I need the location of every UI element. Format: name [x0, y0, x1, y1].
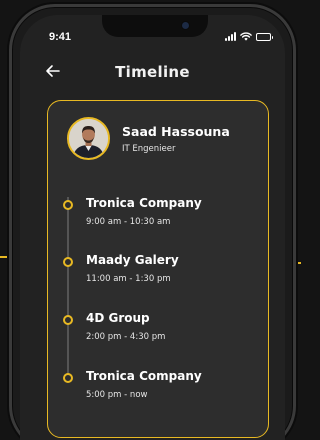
timeline-dot-icon [63, 257, 73, 267]
timeline-item[interactable]: Tronica Company 5:00 pm - now [48, 369, 268, 409]
app-screen: 9:41 Timeline Saad Hassouna IT Engenieer… [20, 15, 285, 440]
timeline-item-title: 4D Group [86, 311, 150, 325]
page-title: Timeline [115, 63, 190, 81]
header: Timeline [20, 55, 285, 89]
timeline-dot-icon [63, 373, 73, 383]
timeline-dot-icon [63, 315, 73, 325]
timeline-item-title: Tronica Company [86, 196, 202, 210]
timeline-item-time: 5:00 pm - now [86, 390, 148, 400]
timeline-item-title: Maady Galery [86, 253, 179, 267]
status-icons [225, 32, 273, 41]
avatar[interactable] [67, 117, 110, 160]
user-name: Saad Hassouna [122, 124, 230, 139]
timeline-card: Saad Hassouna IT Engenieer Tronica Compa… [47, 100, 269, 438]
phone-frame: 9:41 Timeline Saad Hassouna IT Engenieer… [9, 4, 296, 440]
wifi-icon [240, 32, 252, 41]
camera-icon [182, 22, 189, 29]
timeline-item-time: 11:00 am - 1:30 pm [86, 274, 171, 284]
timeline-dot-icon [63, 200, 73, 210]
timeline-item[interactable]: Tronica Company 9:00 am - 10:30 am [48, 196, 268, 236]
timeline-item-title: Tronica Company [86, 369, 202, 383]
status-bar: 9:41 [20, 15, 285, 51]
status-time: 9:41 [49, 31, 72, 43]
notch [102, 15, 208, 37]
user-role: IT Engenieer [122, 144, 176, 154]
timeline-item-time: 9:00 am - 10:30 am [86, 217, 171, 227]
timeline-item[interactable]: 4D Group 2:00 pm - 4:30 pm [48, 311, 268, 351]
timeline-item-time: 2:00 pm - 4:30 pm [86, 332, 166, 342]
timeline-item[interactable]: Maady Galery 11:00 am - 1:30 pm [48, 253, 268, 293]
signal-icon [225, 32, 236, 41]
battery-icon [256, 32, 273, 41]
